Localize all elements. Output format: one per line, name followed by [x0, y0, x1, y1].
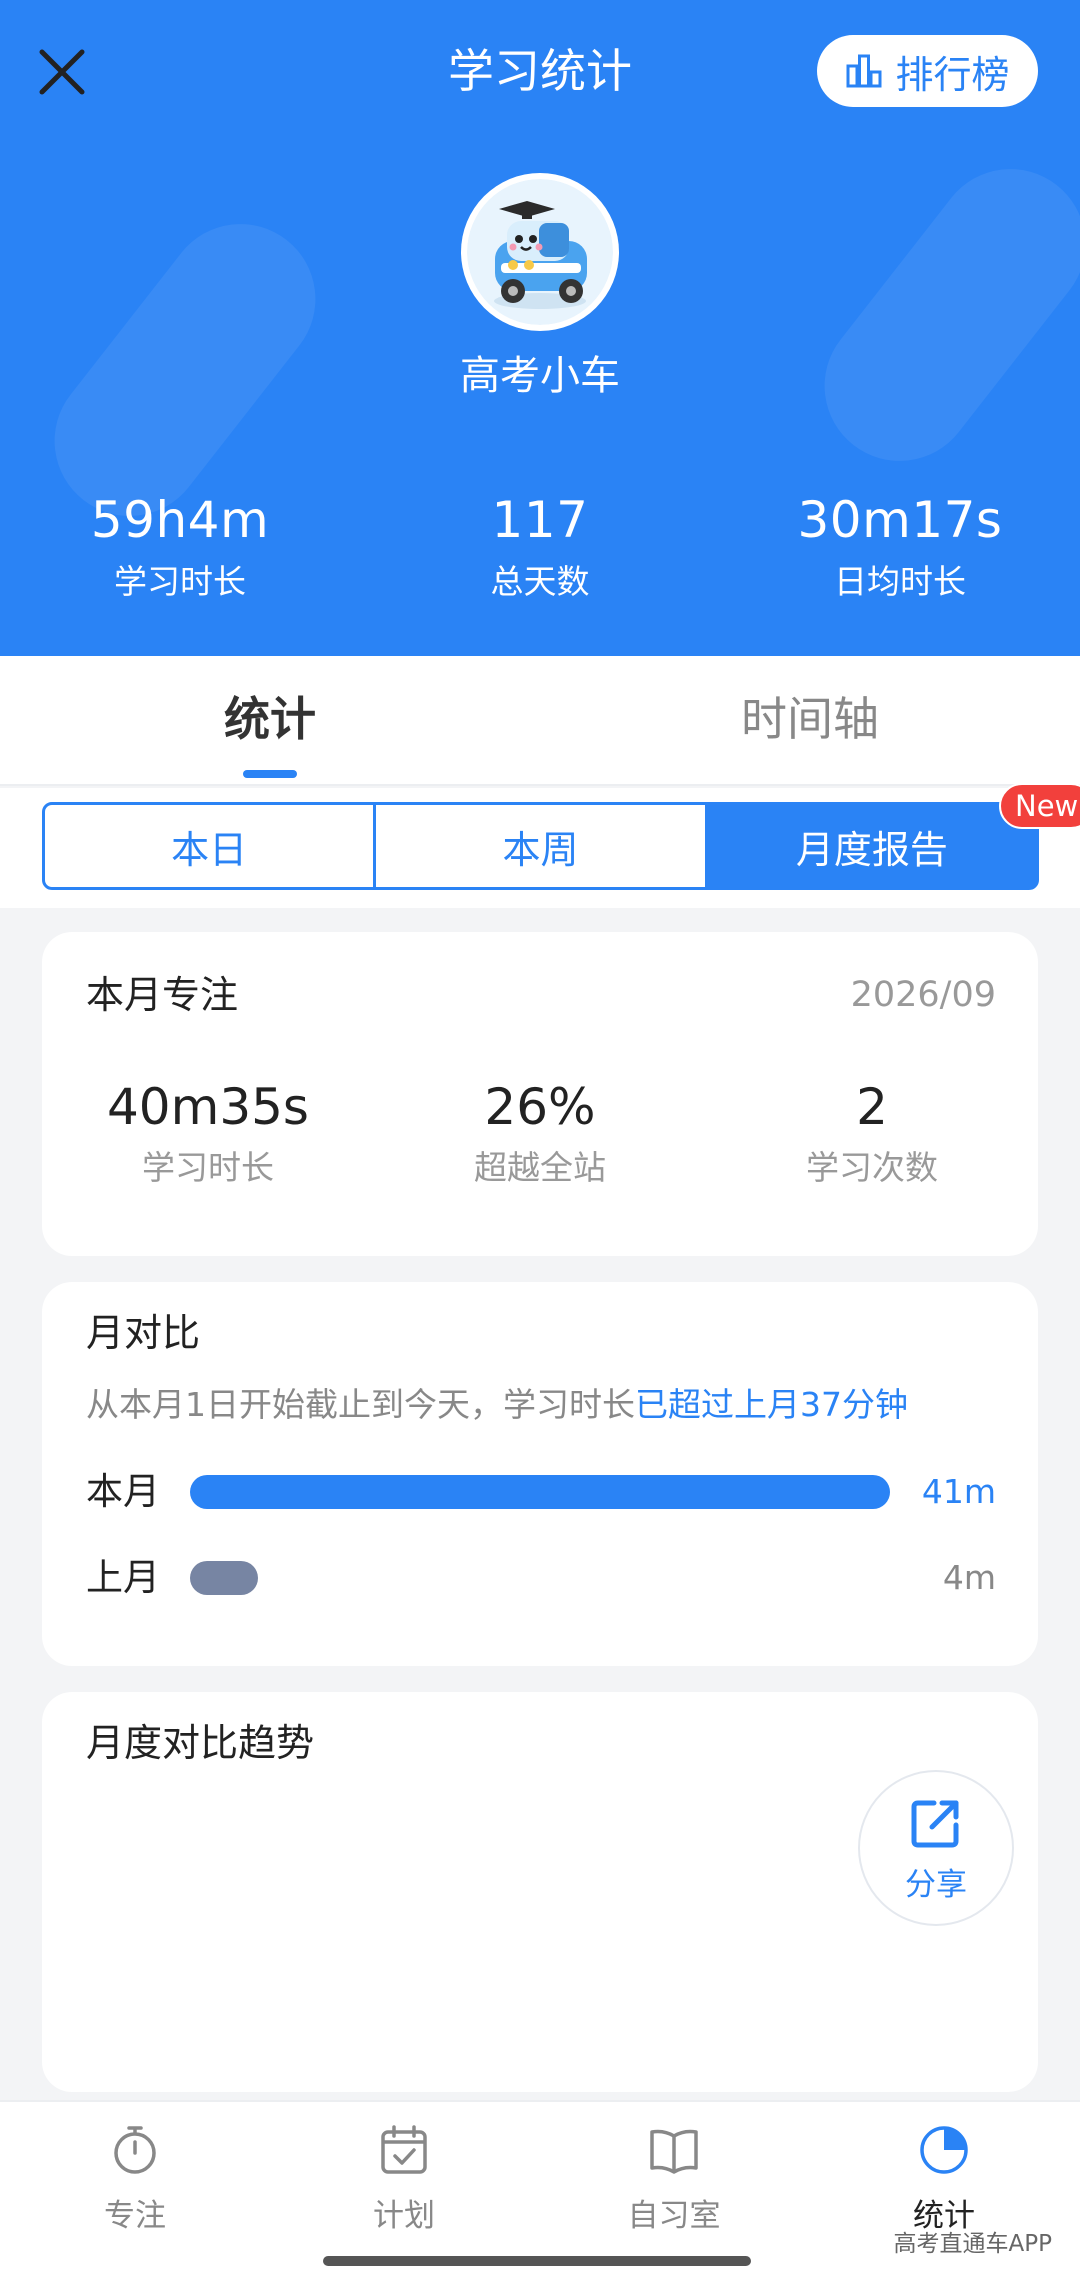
daily-average-stat: 30m17s 日均时长 [750, 488, 1050, 606]
leaderboard-button[interactable]: 排行榜 [817, 35, 1038, 107]
stat-value: 2 [856, 1078, 888, 1136]
card-title: 月度对比趋势 [86, 1721, 315, 1765]
this-month-row: 本月 41m [86, 1462, 996, 1522]
nav-item-statistics[interactable]: 统计 [844, 2122, 1044, 2235]
segment-this-week[interactable]: 本周 [373, 805, 704, 887]
new-badge: New [999, 783, 1080, 829]
share-icon [911, 1800, 959, 1847]
nav-label: 计划 [373, 2198, 435, 2234]
last-month-bar [190, 1561, 258, 1595]
book-icon [650, 2129, 698, 2174]
stat-label: 学习时长 [114, 562, 246, 601]
nav-label: 自习室 [627, 2198, 721, 2234]
stat-label: 学习次数 [806, 1148, 938, 1187]
view-tabs: 统计 时间轴 [0, 656, 1080, 786]
card-title: 本月专注 [86, 973, 239, 1017]
stat-value: 117 [491, 491, 589, 549]
summary-text: 从本月1日开始截止到今天，学习时长 [86, 1385, 635, 1424]
stat-label: 学习时长 [142, 1148, 274, 1187]
leaderboard-label: 排行榜 [895, 52, 1010, 97]
home-indicator[interactable] [323, 2256, 751, 2266]
header-banner: 学习统计 排行榜 高考小车 59h4m 学习时长 117 总天数 30m17s … [0, 0, 1080, 656]
stat-value: 40m35s [106, 1078, 309, 1136]
tab-statistics[interactable]: 统计 [120, 686, 420, 752]
nav-item-plan[interactable]: 计划 [304, 2122, 504, 2235]
bar-track [190, 1561, 890, 1595]
segment-monthly-report[interactable]: 月度报告 [704, 805, 1036, 887]
calendar-check-icon [381, 2125, 427, 2174]
decorative-blob [794, 138, 1080, 492]
stat-label: 日均时长 [834, 562, 966, 601]
stat-label: 超越全站 [474, 1148, 606, 1187]
stat-value: 30m17s [797, 491, 1003, 549]
period-segmented-control: 本日 本周 月度报告 New [42, 783, 1080, 890]
nav-label: 专注 [104, 2198, 166, 2234]
monthly-focus-card: 本月专注 2026/09 40m35s 学习时长 26% 超越全站 2 学习次数 [42, 932, 1038, 1256]
stat-label: 总天数 [490, 562, 590, 601]
bar-track [190, 1475, 890, 1509]
total-study-time-stat: 59h4m 学习时长 [30, 488, 330, 606]
share-button[interactable]: 分享 [858, 1770, 1014, 1926]
row-label: 本月 [86, 1470, 160, 1513]
month-study-time-stat: 40m35s 学习时长 [58, 1074, 358, 1192]
pie-chart-icon [920, 2126, 968, 2174]
username: 高考小车 [460, 353, 620, 399]
bar-chart-icon [846, 54, 882, 88]
card-title: 月对比 [86, 1311, 201, 1355]
share-label: 分享 [905, 1866, 967, 1903]
car-mascot-icon [467, 179, 613, 325]
row-value: 41m [921, 1472, 996, 1511]
period-selector-bar: 本日 本周 月度报告 New [0, 783, 1080, 908]
comparison-summary: 从本月1日开始截止到今天，学习时长已超过上月37分钟 [86, 1380, 908, 1430]
summary-highlight: 已超过上月37分钟 [635, 1385, 908, 1424]
segment-today[interactable]: 本日 [45, 805, 373, 887]
nav-item-study-room[interactable]: 自习室 [574, 2122, 774, 2235]
tab-timeline[interactable]: 时间轴 [660, 686, 960, 752]
nav-item-focus[interactable]: 专注 [35, 2122, 235, 2235]
total-days-stat: 117 总天数 [390, 488, 690, 606]
avatar[interactable] [461, 173, 619, 331]
this-month-bar [190, 1475, 890, 1509]
stopwatch-icon [114, 2126, 156, 2174]
month-rank-percentile-stat: 26% 超越全站 [390, 1074, 690, 1192]
active-tab-indicator [243, 770, 297, 778]
row-value: 4m [942, 1558, 996, 1597]
month-date: 2026/09 [850, 975, 996, 1015]
stat-value: 59h4m [90, 491, 270, 549]
month-comparison-card: 月对比 从本月1日开始截止到今天，学习时长已超过上月37分钟 本月 41m 上月… [42, 1282, 1038, 1666]
app-watermark: 高考直通车APP [893, 2231, 1052, 2257]
last-month-row: 上月 4m [86, 1548, 996, 1608]
stat-value: 26% [484, 1078, 596, 1136]
row-label: 上月 [86, 1556, 160, 1599]
month-session-count-stat: 2 学习次数 [722, 1074, 1022, 1192]
